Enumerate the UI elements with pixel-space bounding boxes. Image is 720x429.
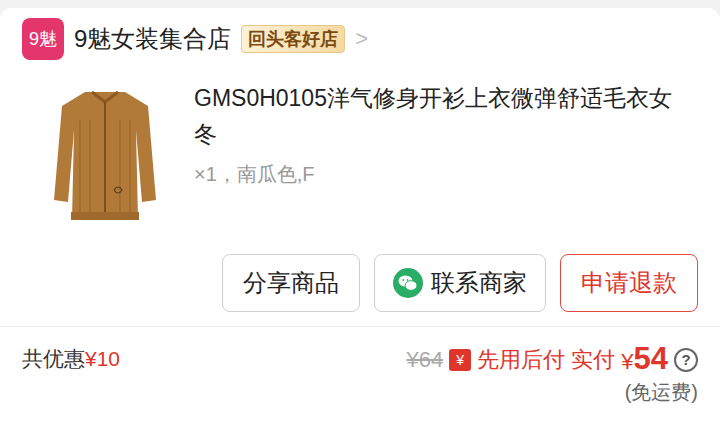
refund-button[interactable]: 申请退款	[560, 254, 698, 312]
action-buttons: 分享商品联系商家申请退款	[0, 254, 720, 312]
discount: 共优惠¥10	[22, 341, 120, 406]
product-image[interactable]	[40, 80, 170, 230]
divider	[0, 326, 720, 327]
wechat-icon	[393, 268, 423, 298]
chevron-icon[interactable]: >	[355, 25, 368, 53]
contact-button[interactable]: 联系商家	[374, 254, 546, 312]
pay-label: 先用后付 实付	[477, 343, 615, 376]
order-page: 9魅 9魅女装集合店回头客好店 > GMS0H0105洋气修身开衫上衣微弹舒适毛衣女冬…	[0, 0, 720, 429]
share-button[interactable]: 分享商品	[222, 254, 360, 312]
product-info[interactable]: GMS0H0105洋气修身开衫上衣微弹舒适毛衣女冬 ×1，南瓜色,F	[194, 80, 684, 230]
product-spec: ×1，南瓜色,F	[194, 160, 684, 188]
original-price: ¥64	[406, 343, 443, 376]
final-price: ¥54	[621, 341, 668, 378]
order-card: 9魅 9魅女装集合店回头客好店 > GMS0H0105洋气修身开衫上衣微弹舒适毛衣女冬…	[0, 8, 720, 429]
pay-later-icon: ¥	[449, 349, 471, 371]
shop-name[interactable]: 9魅女装集合店	[74, 23, 231, 55]
price-summary: 共优惠¥10 ¥64 ¥ 先用后付 实付¥54? (免运费)	[0, 327, 720, 406]
shop-logo: 9魅	[22, 18, 64, 60]
shop-badge: 回头客好店	[241, 25, 345, 53]
help-icon[interactable]: ?	[674, 348, 698, 372]
product-title[interactable]: GMS0H0105洋气修身开衫上衣微弹舒适毛衣女冬	[194, 80, 684, 152]
shipping-note: (免运费)	[625, 378, 698, 406]
product-row: GMS0H0105洋气修身开衫上衣微弹舒适毛衣女冬 ×1，南瓜色,F	[0, 80, 720, 230]
shop-header[interactable]: 9魅 9魅女装集合店回头客好店 >	[0, 8, 720, 60]
